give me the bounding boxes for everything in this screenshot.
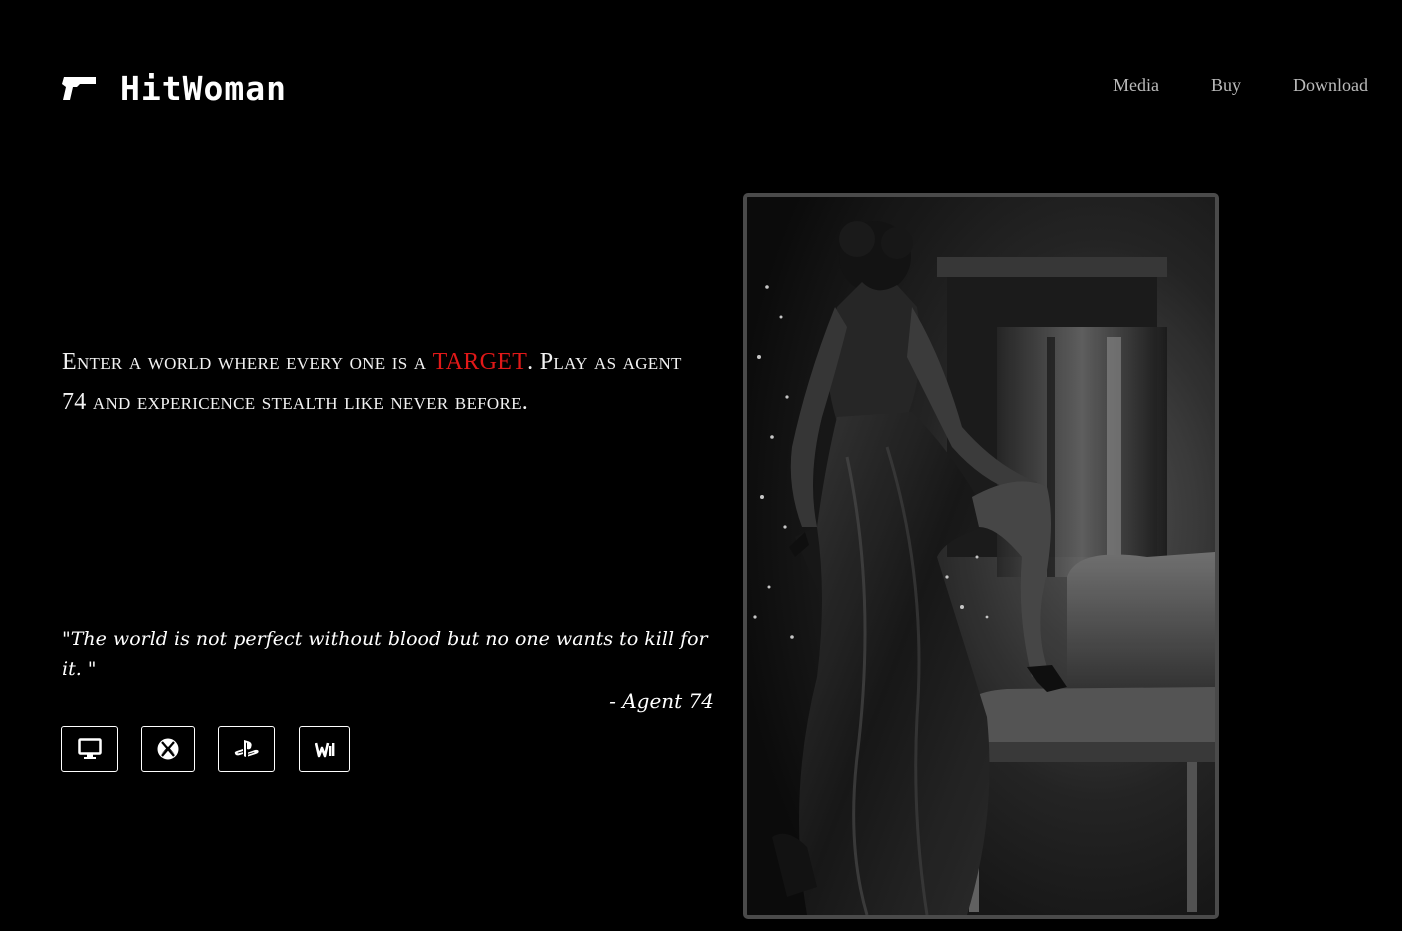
nav-link-buy[interactable]: Buy <box>1211 75 1241 96</box>
playstation-icon <box>234 740 259 757</box>
wii-icon <box>314 742 334 758</box>
main-nav: Media Buy Download <box>1061 75 1368 96</box>
platform-pc-button[interactable] <box>61 726 118 772</box>
brand-logo[interactable]: HitWoman <box>62 68 287 108</box>
tagline-text-start: Enter a world where every one is a <box>62 349 433 375</box>
nav-link-download[interactable]: Download <box>1293 75 1368 96</box>
nav-link-media[interactable]: Media <box>1113 75 1159 96</box>
hero-photo-illustration <box>747 197 1215 915</box>
hero-tagline: Enter a world where every one is a TARGE… <box>62 342 702 422</box>
platform-wii-button[interactable] <box>299 726 350 772</box>
desktop-icon <box>77 738 102 759</box>
platform-playstation-button[interactable] <box>218 726 275 772</box>
hero-image <box>743 193 1219 919</box>
hero-quote: "The world is not perfect without blood … <box>62 624 714 716</box>
xbox-icon <box>157 738 179 760</box>
pistol-icon <box>62 77 96 100</box>
quote-text: "The world is not perfect without blood … <box>62 628 708 680</box>
brand-name: HitWoman <box>120 68 287 108</box>
quote-author: - Agent 74 <box>609 689 714 713</box>
platform-xbox-button[interactable] <box>141 726 195 772</box>
tagline-highlight: TARGET <box>432 349 528 375</box>
platform-list <box>61 726 373 772</box>
